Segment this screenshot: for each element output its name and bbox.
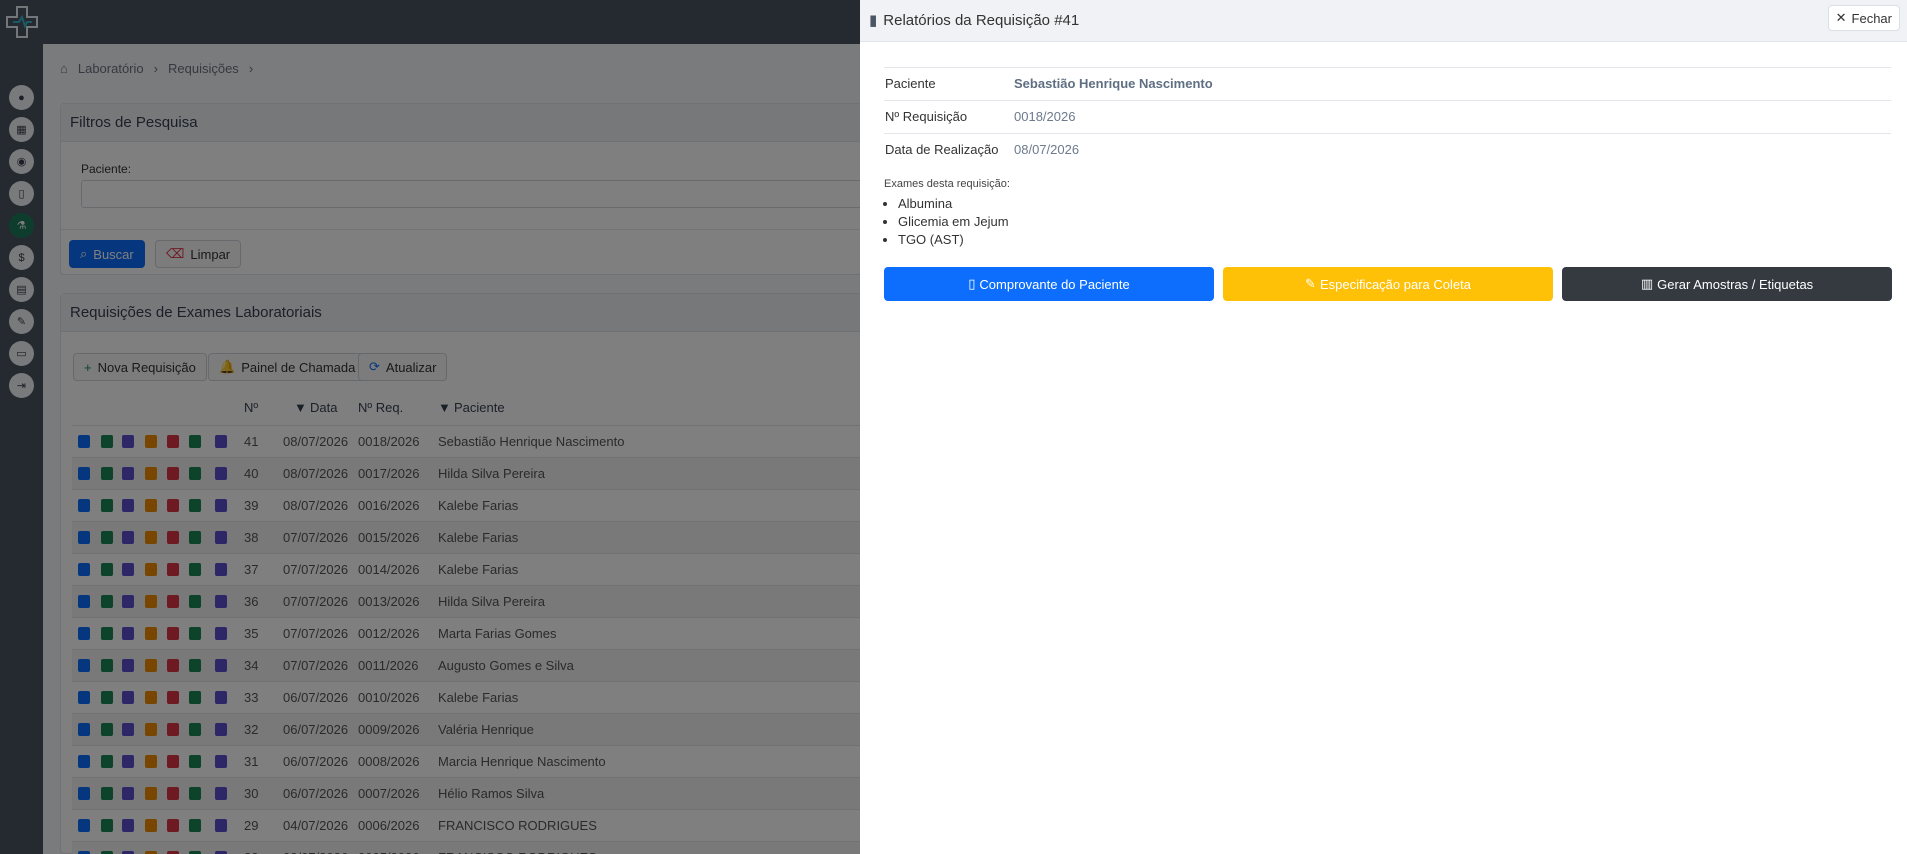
- request-label: Nº Requisição: [885, 109, 968, 124]
- exam-item: Albumina: [898, 196, 1009, 214]
- request-value: 0018/2026: [1014, 109, 1076, 124]
- report-panel: ▮ Relatórios da Requisição #41 ✕ Fechar …: [860, 0, 1907, 854]
- generate-samples-button[interactable]: ▥ Gerar Amostras / Etiquetas: [1562, 267, 1892, 301]
- info-request: Nº Requisição 0018/2026: [884, 100, 1891, 133]
- exam-item: Glicemia em Jejum: [898, 214, 1009, 232]
- modal-backdrop[interactable]: [0, 0, 860, 854]
- barcode-icon: ▥: [1640, 276, 1654, 291]
- info-patient: Paciente Sebastião Henrique Nascimento: [884, 67, 1891, 100]
- exams-title: Exames desta requisição:: [884, 178, 1010, 190]
- receipt-icon: ▯: [968, 276, 976, 291]
- exams-list: Albumina Glicemia em Jejum TGO (AST): [898, 196, 1009, 250]
- panel-header: ▮ Relatórios da Requisição #41 ✕ Fechar: [860, 0, 1907, 42]
- date-label: Data de Realização: [885, 142, 999, 157]
- file-icon: ▮: [869, 12, 878, 29]
- patient-receipt-button[interactable]: ▯ Comprovante do Paciente: [884, 267, 1214, 301]
- close-icon: ✕: [1835, 10, 1847, 25]
- exam-item: TGO (AST): [898, 232, 1009, 250]
- pencil-icon: ✎: [1305, 276, 1316, 291]
- patient-value: Sebastião Henrique Nascimento: [1014, 76, 1213, 91]
- date-value: 08/07/2026: [1014, 142, 1080, 157]
- info-date: Data de Realização 08/07/2026: [884, 133, 1891, 166]
- collection-spec-button[interactable]: ✎ Especificação para Coleta: [1223, 267, 1553, 301]
- patient-label: Paciente: [885, 76, 936, 91]
- panel-title: ▮ Relatórios da Requisição #41: [869, 11, 1080, 30]
- close-button[interactable]: ✕ Fechar: [1827, 5, 1900, 31]
